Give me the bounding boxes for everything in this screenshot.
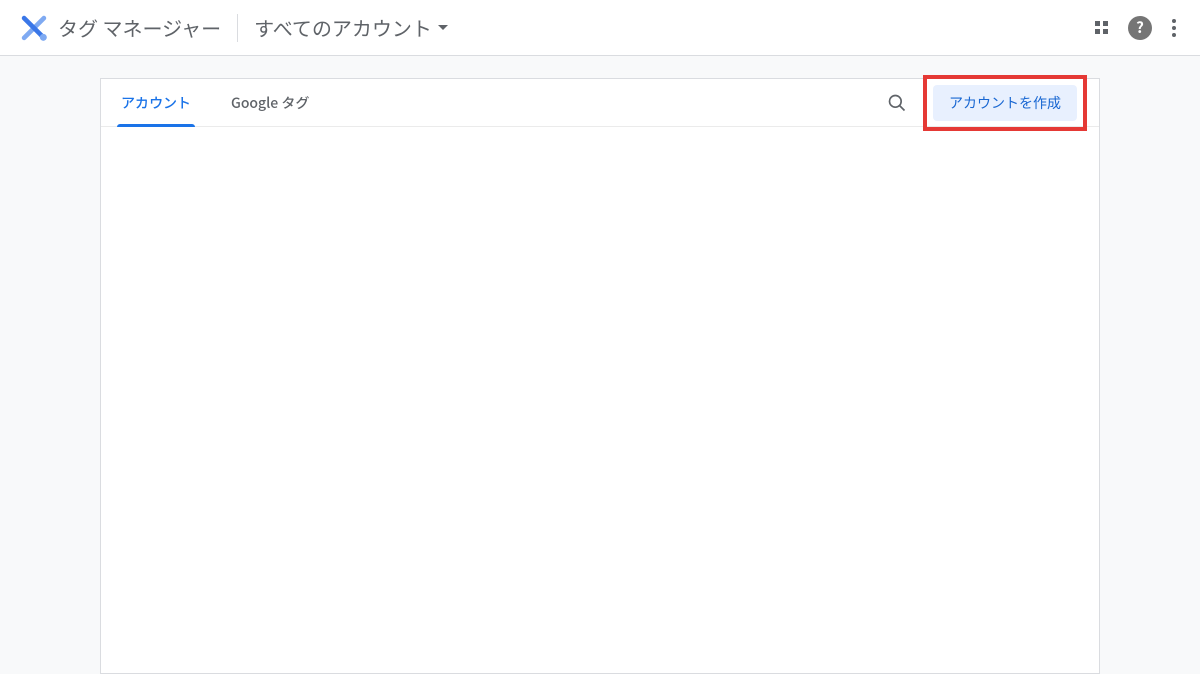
search-icon[interactable]: [887, 93, 907, 113]
product-name: タグ マネージャー: [58, 13, 221, 42]
help-icon[interactable]: ?: [1128, 16, 1152, 40]
tabs: アカウント Google タグ: [101, 79, 329, 126]
main-content: アカウント Google タグ アカウントを作成: [0, 56, 1200, 674]
more-vert-icon[interactable]: [1168, 15, 1180, 41]
tag-manager-logo-icon: [20, 14, 48, 42]
card-header: アカウント Google タグ アカウントを作成: [101, 79, 1099, 127]
tab-google-tag[interactable]: Google タグ: [211, 79, 329, 126]
account-selector-label: すべてのアカウント: [254, 13, 432, 42]
tab-label: アカウント: [121, 93, 191, 113]
app-header: タグ マネージャー すべてのアカウント ?: [0, 0, 1200, 56]
create-account-button[interactable]: アカウントを作成: [933, 85, 1077, 121]
apps-grid-icon[interactable]: [1091, 17, 1112, 38]
tab-label: Google タグ: [231, 93, 309, 113]
annotation-highlight: アカウントを作成: [923, 75, 1087, 131]
chevron-down-icon: [438, 25, 448, 30]
accounts-empty-body: [101, 127, 1099, 673]
accounts-card: アカウント Google タグ アカウントを作成: [100, 78, 1100, 674]
tab-accounts[interactable]: アカウント: [101, 79, 211, 126]
header-actions: ?: [1091, 15, 1180, 41]
account-selector[interactable]: すべてのアカウント: [254, 13, 448, 42]
header-divider: [237, 14, 238, 42]
